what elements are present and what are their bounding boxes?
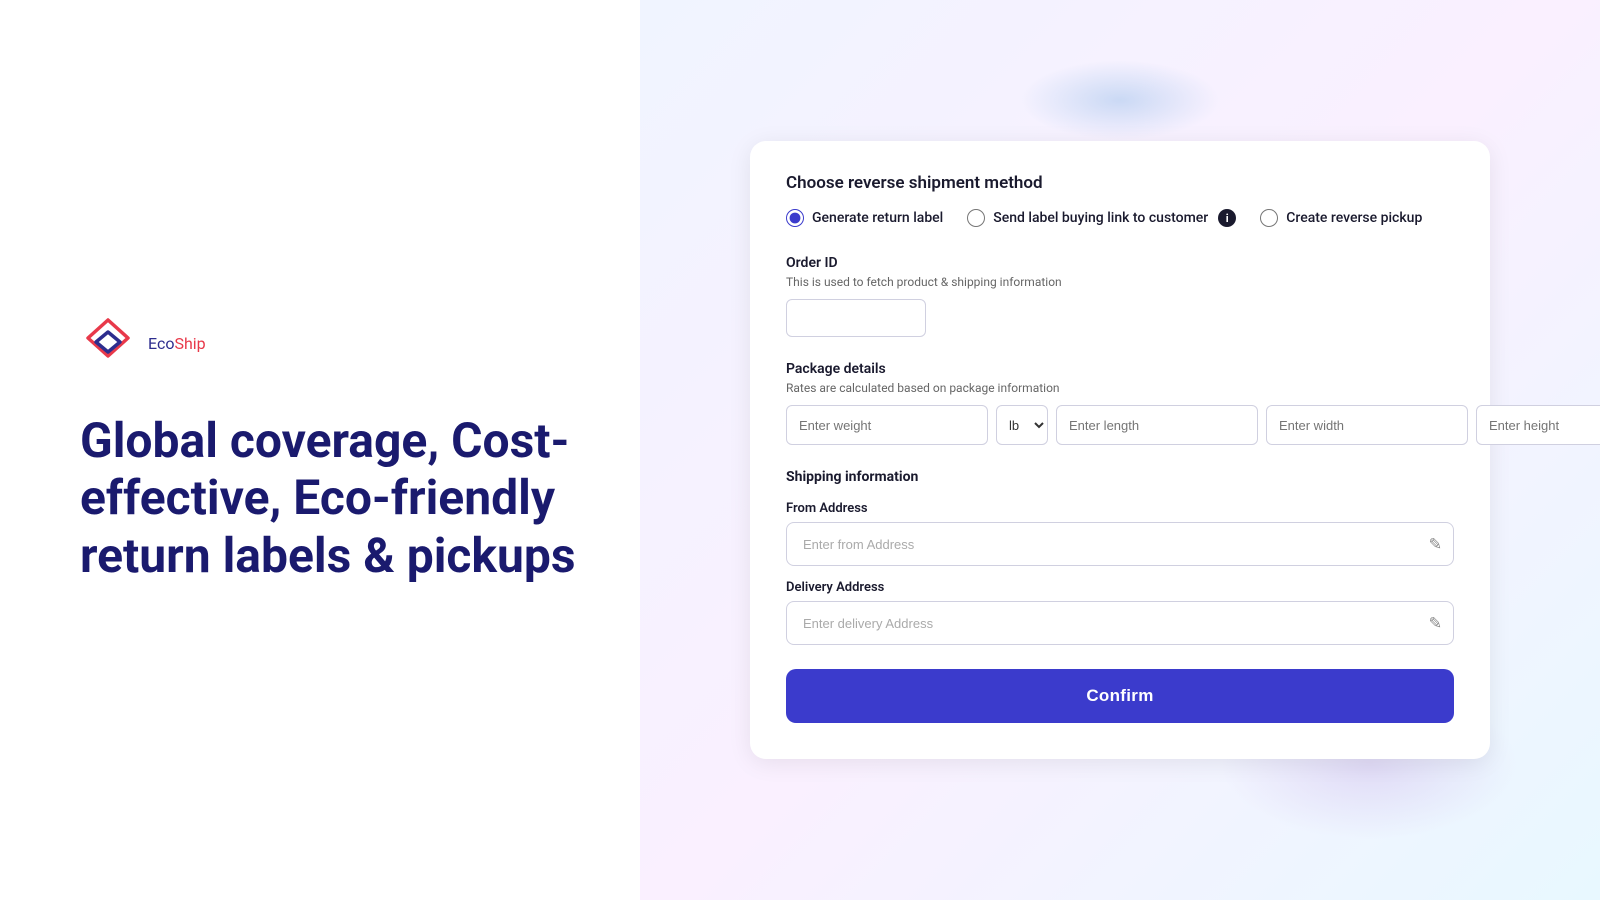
package-details-group: Package details Rates are calculated bas… — [786, 361, 1454, 445]
length-input[interactable] — [1056, 405, 1258, 445]
weight-unit-select[interactable]: lb kg — [996, 405, 1048, 445]
shipping-section: Shipping information From Address ✎ Deli… — [786, 469, 1454, 645]
ecoship-logo-icon — [80, 316, 136, 372]
info-icon[interactable]: i — [1218, 209, 1236, 227]
from-address-wrapper: ✎ — [786, 522, 1454, 566]
package-row: lb kg in cm — [786, 405, 1454, 445]
radio-create-reverse-pickup[interactable] — [1260, 209, 1278, 227]
width-input[interactable] — [1266, 405, 1468, 445]
radio-option-create-reverse-pickup[interactable]: Create reverse pickup — [1260, 209, 1422, 227]
height-input[interactable] — [1476, 405, 1600, 445]
radio-label-pickup: Create reverse pickup — [1286, 210, 1422, 226]
left-panel: EcoShip Global coverage, Cost-effective,… — [0, 0, 640, 900]
logo-ship: Ship — [174, 334, 205, 353]
weight-input[interactable] — [786, 405, 988, 445]
delivery-address-group: Delivery Address ✎ — [786, 580, 1454, 645]
from-address-input[interactable] — [786, 522, 1454, 566]
confirm-button[interactable]: Confirm — [786, 669, 1454, 723]
form-card: Choose reverse shipment method Generate … — [750, 141, 1490, 759]
order-id-group: Order ID This is used to fetch product &… — [786, 255, 1454, 337]
delivery-address-input[interactable] — [786, 601, 1454, 645]
radio-generate-return-label[interactable] — [786, 209, 804, 227]
shipping-title: Shipping information — [786, 469, 1454, 485]
radio-send-label-link[interactable] — [967, 209, 985, 227]
package-details-sublabel: Rates are calculated based on package in… — [786, 381, 1454, 395]
right-panel: Choose reverse shipment method Generate … — [640, 0, 1600, 900]
package-details-label: Package details — [786, 361, 1454, 377]
radio-group: Generate return label Send label buying … — [786, 209, 1454, 227]
tagline: Global coverage, Cost-effective, Eco-fri… — [80, 412, 580, 585]
shipment-method-title: Choose reverse shipment method — [786, 173, 1454, 193]
bg-blob-top — [1020, 60, 1220, 140]
radio-label-send: Send label buying link to customer — [993, 210, 1208, 226]
from-address-label: From Address — [786, 501, 1454, 516]
radio-label-generate: Generate return label — [812, 210, 943, 226]
from-address-group: From Address ✎ — [786, 501, 1454, 566]
logo-eco: Eco — [148, 334, 174, 353]
radio-option-generate-return-label[interactable]: Generate return label — [786, 209, 943, 227]
shipment-method-group: Choose reverse shipment method Generate … — [786, 173, 1454, 227]
from-address-edit-icon[interactable]: ✎ — [1429, 535, 1442, 554]
order-id-input[interactable] — [786, 299, 926, 337]
radio-option-send-label-link[interactable]: Send label buying link to customer i — [967, 209, 1236, 227]
order-id-label: Order ID — [786, 255, 1454, 271]
delivery-address-edit-icon[interactable]: ✎ — [1429, 614, 1442, 633]
delivery-address-label: Delivery Address — [786, 580, 1454, 595]
delivery-address-wrapper: ✎ — [786, 601, 1454, 645]
logo-text: EcoShip — [148, 334, 206, 353]
logo-area: EcoShip — [80, 316, 580, 372]
order-id-sublabel: This is used to fetch product & shipping… — [786, 275, 1454, 289]
